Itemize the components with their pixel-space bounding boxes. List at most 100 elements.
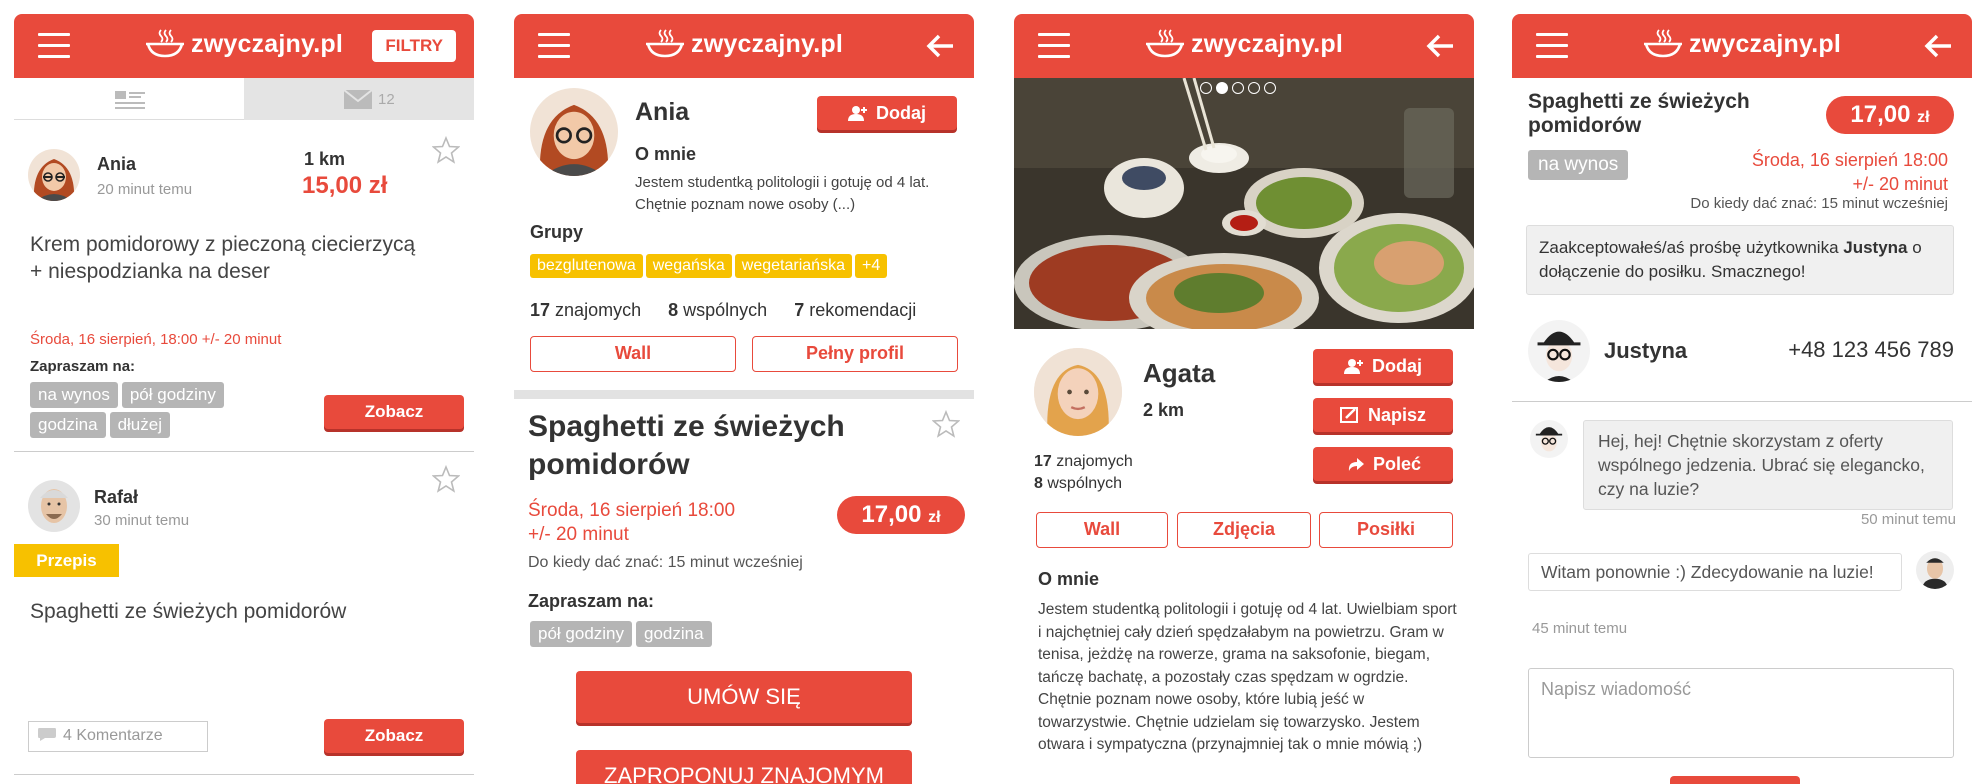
carousel-dot[interactable] [1232,82,1244,94]
list-icon [115,91,145,109]
chip: na wynos [1528,150,1629,180]
star-icon[interactable] [432,136,460,164]
back-arrow-icon[interactable] [1426,31,1456,61]
photo-carousel[interactable] [1014,78,1474,329]
app-logo[interactable]: zwyczajny.pl [1014,28,1474,59]
bowl-icon [1146,29,1184,58]
add-friend-button[interactable]: Dodaj [817,96,957,130]
food-photo [1014,78,1474,329]
chips: pół godziny godzina [530,621,716,651]
dish-title: Spaghetti ze świeżych pomidorów [1528,90,1750,137]
recipe-badge: Przepis [14,544,119,577]
write-button[interactable]: Napisz [1313,398,1453,432]
chip: pół godziny [121,382,224,408]
post-time: 30 minut temu [94,512,190,529]
group-tag[interactable]: wegetariańska [734,254,852,278]
stat-number: 17 [530,300,551,320]
divider [1512,401,1972,402]
notice-user: Justyna [1843,238,1908,257]
distance: 2 km [1143,400,1185,420]
carousel-dot[interactable] [1216,82,1228,94]
propose-to-friends-button[interactable]: ZAPROPONUJ ZNAJOMYM [576,750,912,784]
avatar[interactable] [530,88,618,176]
invite-label: Zapraszam na: [528,591,655,611]
add-user-icon [1343,359,1363,374]
add-label: Dodaj [875,103,926,123]
tab-photos[interactable]: Zdjęcia [1177,512,1311,548]
back-arrow-icon[interactable] [926,31,956,61]
see-button[interactable]: Zobacz [324,395,464,429]
about-text: Jestem studentką politologii i gotuję od… [635,174,930,213]
avatar[interactable] [1530,420,1568,458]
chips: na wynos pół godziny godzina dłużej [30,382,270,442]
tab-messages[interactable]: 12 [244,78,474,120]
comments-count: 4 Komentarze [63,727,163,744]
avatar[interactable] [1916,551,1954,589]
screen-profile: zwyczajny.pl Agata 2 km 17 znajomych 8 ws… [1014,14,1474,784]
date-tolerance: +/- 20 minut [528,524,629,545]
invite-label: Zapraszam na: [30,358,136,375]
group-tags: bezglutenowa wegańska wegetariańska +4 [530,254,890,278]
comments-button[interactable]: 4 Komentarze [28,721,208,752]
message-time: 50 minut temu [1860,511,1956,528]
send-button[interactable] [1670,776,1800,784]
tab-meals[interactable]: Posiłki [1319,512,1453,548]
carousel-dot[interactable] [1248,82,1260,94]
price-value: 17,00 [861,501,922,528]
bowl-icon [1644,29,1682,58]
group-tag-more[interactable]: +4 [854,254,888,278]
carousel-dot[interactable] [1200,82,1212,94]
stat-number: 8 [668,300,679,320]
arrange-button[interactable]: UMÓW SIĘ [576,671,912,723]
contact-phone[interactable]: +48 123 456 789 [1788,337,1954,363]
logo-text: zwyczajny.pl [191,30,343,58]
avatar[interactable] [28,480,80,532]
stat-number: 8 [1034,475,1043,492]
app-logo[interactable]: zwyczajny.pl [1512,28,1972,59]
group-tag[interactable]: wegańska [645,254,732,278]
avatar[interactable] [1034,348,1122,436]
post-title[interactable]: Krem pomidorowy z pieczoną ciecierzycą +… [30,231,430,285]
date-line: Środa, 16 sierpień 18:00 [528,500,736,521]
wall-button[interactable]: Wall [530,336,736,372]
profile-stats: 17 znajomych 8 wspólnych [1034,451,1133,495]
post-time: 20 minut temu [97,181,193,198]
accepted-notice: Zaakceptowałeś/aś prośbę użytkownika Jus… [1526,225,1954,295]
filter-button[interactable]: FILTRY [372,30,456,62]
deadline: Do kiedy dać znać: 15 minut wcześniej [1690,195,1948,212]
full-profile-button[interactable]: Pełny profil [752,336,958,372]
add-friend-button[interactable]: Dodaj [1313,349,1453,383]
star-icon[interactable] [432,465,460,493]
message-input[interactable]: Napisz wiadomość [1528,668,1954,758]
recommend-button[interactable]: Poleć [1313,447,1453,481]
date-tolerance: +/- 20 minut [1852,174,1948,194]
group-tag[interactable]: bezglutenowa [530,254,643,278]
app-logo[interactable]: zwyczajny.pl [514,28,974,59]
author-name[interactable]: Rafał [94,487,138,508]
notice-text: Zaakceptowałeś/aś prośbę użytkownika [1539,238,1844,257]
message-incoming: Hej, hej! Chętnie skorzystam z oferty ws… [1583,420,1953,510]
tab-wall[interactable]: Wall [1036,512,1168,548]
see-button[interactable]: Zobacz [324,719,464,753]
author-name[interactable]: Ania [97,154,136,175]
carousel-dot[interactable] [1264,82,1276,94]
price: 15,00 zł [302,172,388,199]
post-title[interactable]: Spaghetti ze świeżych pomidorów [30,600,346,624]
distance: 1 km [304,149,346,169]
currency: zł [928,509,941,526]
chip: pół godziny [530,621,633,647]
star-icon[interactable] [932,410,960,438]
avatar[interactable] [28,149,80,201]
divider [14,774,474,775]
currency: zł [1917,109,1930,126]
avatar[interactable] [1528,320,1590,382]
groups-label: Grupy [530,222,584,242]
tab-list[interactable] [14,78,244,120]
stat-label: wspólnych [1047,475,1123,492]
pencil-icon [1339,407,1358,423]
bowl-icon [646,29,684,58]
about-text: Jestem studentką politologii i gotuję od… [1038,601,1457,753]
screen-feed: zwyczajny.pl FILTRY 12 Ania 20 minut tem… [14,14,474,784]
back-arrow-icon[interactable] [1924,31,1954,61]
envelope-icon [344,90,372,109]
